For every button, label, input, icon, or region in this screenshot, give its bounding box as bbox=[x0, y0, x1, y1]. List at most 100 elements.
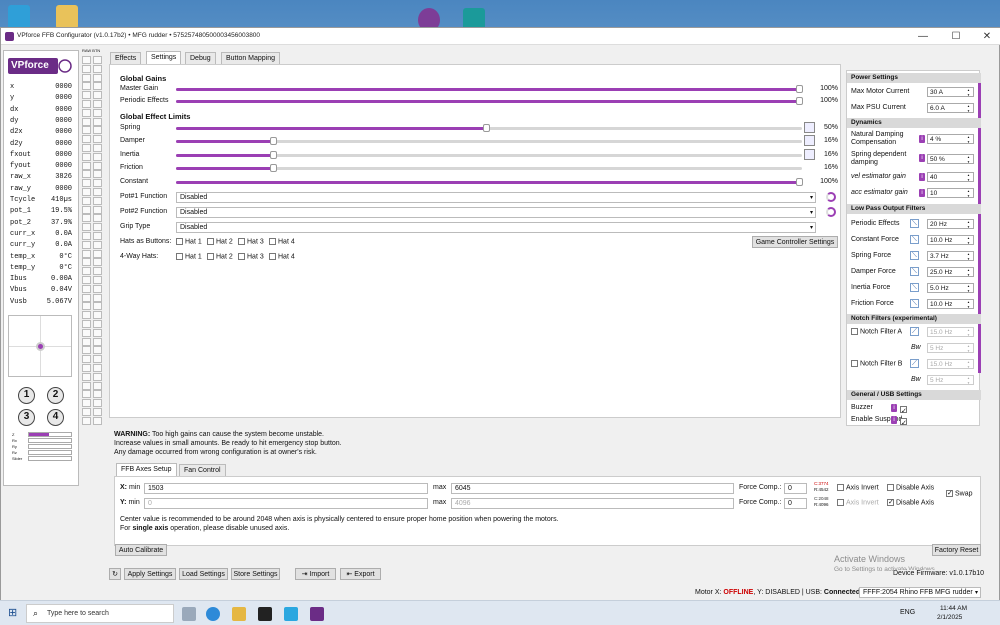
filter-curve-icon[interactable]: ⟍ bbox=[910, 299, 919, 308]
vpforce-taskbar-icon[interactable] bbox=[310, 607, 324, 621]
swap-checkbox[interactable]: Swap bbox=[946, 490, 973, 497]
spring-damping-input[interactable]: 50 % bbox=[927, 154, 974, 164]
import-button[interactable]: ⇥ Import bbox=[295, 568, 336, 580]
filter-curve-icon[interactable]: ⟍ bbox=[910, 235, 919, 244]
info-icon[interactable]: i bbox=[891, 404, 897, 412]
force-comp-input[interactable]: 0 bbox=[784, 483, 807, 494]
pot-select[interactable]: Disabled ▾ bbox=[176, 222, 816, 233]
natural-damping-input[interactable]: 4 % bbox=[927, 134, 974, 144]
curve-editor-icon[interactable] bbox=[804, 148, 815, 160]
curve-editor-icon[interactable] bbox=[804, 122, 815, 133]
pot-select[interactable]: Disabled ▾ bbox=[176, 207, 816, 218]
vel-estimator-input[interactable]: 40 bbox=[927, 172, 974, 182]
game-controller-settings-button[interactable]: Game Controller Settings bbox=[752, 236, 838, 248]
desktop-app-icon[interactable] bbox=[8, 5, 30, 29]
filter-curve-icon[interactable]: ⟋ bbox=[910, 359, 919, 368]
limit-slider[interactable] bbox=[176, 137, 802, 146]
filter-curve-icon[interactable]: ⟍ bbox=[910, 219, 919, 228]
tab-debug[interactable]: Debug bbox=[185, 52, 216, 64]
max-motor-current-input[interactable]: 30 A bbox=[927, 87, 974, 97]
tab-button-mapping[interactable]: Button Mapping bbox=[221, 52, 281, 64]
hat-checkbox[interactable]: Hat 1 bbox=[176, 253, 202, 260]
tray-date[interactable]: 2/1/2025 bbox=[937, 614, 962, 621]
tab-settings[interactable]: Settings bbox=[146, 51, 182, 64]
limit-slider[interactable] bbox=[176, 164, 802, 173]
lowpass-input[interactable]: 10.0 Hz bbox=[927, 299, 974, 309]
general-usb-header[interactable]: General / USB Settings bbox=[847, 390, 981, 400]
hat-checkbox[interactable]: Hat 2 bbox=[207, 238, 233, 245]
disable-axis-checkbox[interactable]: Disable Axis bbox=[887, 484, 934, 491]
hat-checkbox[interactable]: Hat 1 bbox=[176, 238, 202, 245]
axis-invert-checkbox[interactable]: Axis Invert bbox=[837, 499, 879, 506]
tab-ffb-axes-setup[interactable]: FFB Axes Setup bbox=[116, 463, 177, 476]
tray-time[interactable]: 11:44 AM bbox=[940, 605, 967, 612]
taskbar-search-box[interactable]: ⌕ Type here to search bbox=[26, 604, 174, 623]
disable-axis-checkbox[interactable]: Disable Axis bbox=[887, 499, 934, 506]
raw-button-cell bbox=[82, 355, 91, 364]
minimize-button[interactable]: — bbox=[913, 30, 933, 43]
factory-reset-button[interactable]: Factory Reset bbox=[932, 544, 981, 556]
edge-browser-icon[interactable] bbox=[206, 607, 220, 621]
refresh-icon[interactable]: ↻ bbox=[109, 568, 121, 580]
dynamics-header[interactable]: Dynamics bbox=[847, 118, 981, 128]
task-view-icon[interactable] bbox=[182, 607, 196, 621]
notch-header[interactable]: Notch Filters (experimental) bbox=[847, 314, 981, 324]
hat-checkbox[interactable]: Hat 3 bbox=[238, 238, 264, 245]
lowpass-input[interactable]: 10.0 Hz bbox=[927, 235, 974, 245]
info-icon[interactable]: i bbox=[919, 135, 925, 143]
export-button[interactable]: ⇤ Export bbox=[340, 568, 381, 580]
curve-editor-icon[interactable] bbox=[804, 135, 815, 147]
limit-slider[interactable] bbox=[176, 150, 802, 159]
load-settings-button[interactable]: Load Settings bbox=[179, 568, 228, 580]
info-icon[interactable]: i bbox=[891, 416, 897, 424]
lowpass-input[interactable]: 5.0 Hz bbox=[927, 283, 974, 293]
power-settings-header[interactable]: Power Settings bbox=[847, 73, 981, 83]
hat-checkbox[interactable]: Hat 2 bbox=[207, 253, 233, 260]
app-taskbar-icon[interactable] bbox=[258, 607, 272, 621]
filter-curve-icon[interactable]: ⟍ bbox=[910, 283, 919, 292]
axis-min-input[interactable]: 1503 bbox=[144, 483, 428, 494]
tab-fan-control[interactable]: Fan Control bbox=[179, 464, 226, 476]
low-pass-header[interactable]: Low Pass Output Filters bbox=[847, 204, 981, 214]
limit-slider[interactable] bbox=[176, 177, 803, 186]
filter-curve-icon[interactable]: ⟋ bbox=[910, 327, 919, 336]
lowpass-input[interactable]: 3.7 Hz bbox=[927, 251, 974, 261]
axis-max-input[interactable]: 6045 bbox=[451, 483, 734, 494]
force-comp-input[interactable]: 0 bbox=[784, 498, 807, 509]
lowpass-input[interactable]: 25.0 Hz bbox=[927, 267, 974, 277]
hat-checkbox[interactable]: Hat 4 bbox=[269, 238, 295, 245]
enable-suspend-checkbox[interactable] bbox=[900, 416, 909, 425]
notch-b-checkbox[interactable]: Notch Filter B bbox=[851, 360, 902, 367]
device-select[interactable]: FFFF:2054 Rhino FFB MFG rudder ▾ bbox=[859, 587, 981, 598]
axis-max-input[interactable]: 4096 bbox=[451, 498, 734, 509]
acc-estimator-input[interactable]: 10 bbox=[927, 188, 974, 198]
close-button[interactable]: ✕ bbox=[977, 30, 997, 43]
apply-settings-button[interactable]: Apply Settings bbox=[124, 568, 176, 580]
hat-checkbox[interactable]: Hat 3 bbox=[238, 253, 264, 260]
app-taskbar-icon-2[interactable] bbox=[284, 607, 298, 621]
folder-icon[interactable] bbox=[56, 5, 78, 29]
file-explorer-icon[interactable] bbox=[232, 607, 246, 621]
info-icon[interactable]: i bbox=[919, 173, 925, 181]
gains-slider[interactable] bbox=[176, 85, 803, 93]
limit-slider[interactable] bbox=[176, 124, 802, 132]
auto-calibrate-button[interactable]: Auto Calibrate bbox=[115, 544, 167, 556]
maximize-button[interactable]: ☐ bbox=[946, 30, 966, 43]
gains-slider[interactable] bbox=[176, 97, 803, 105]
pot-select[interactable]: Disabled ▾ bbox=[176, 192, 816, 203]
axis-min-input[interactable]: 0 bbox=[144, 498, 428, 509]
notch-a-checkbox[interactable]: Notch Filter A bbox=[851, 328, 902, 335]
windows-start-icon[interactable]: ⊞ bbox=[8, 607, 20, 619]
lowpass-input[interactable]: 20 Hz bbox=[927, 219, 974, 229]
filter-curve-icon[interactable]: ⟍ bbox=[910, 267, 919, 276]
hat-checkbox[interactable]: Hat 4 bbox=[269, 253, 295, 260]
info-icon[interactable]: i bbox=[919, 154, 925, 162]
info-icon[interactable]: i bbox=[919, 189, 925, 197]
axis-invert-checkbox[interactable]: Axis Invert bbox=[837, 484, 879, 491]
store-settings-button[interactable]: Store Settings bbox=[231, 568, 280, 580]
tab-effects[interactable]: Effects bbox=[110, 52, 142, 64]
buzzer-checkbox[interactable] bbox=[900, 404, 909, 413]
filter-curve-icon[interactable]: ⟍ bbox=[910, 251, 919, 260]
max-psu-current-input[interactable]: 6.0 A bbox=[927, 103, 974, 113]
tray-lang[interactable]: ENG bbox=[900, 609, 915, 616]
